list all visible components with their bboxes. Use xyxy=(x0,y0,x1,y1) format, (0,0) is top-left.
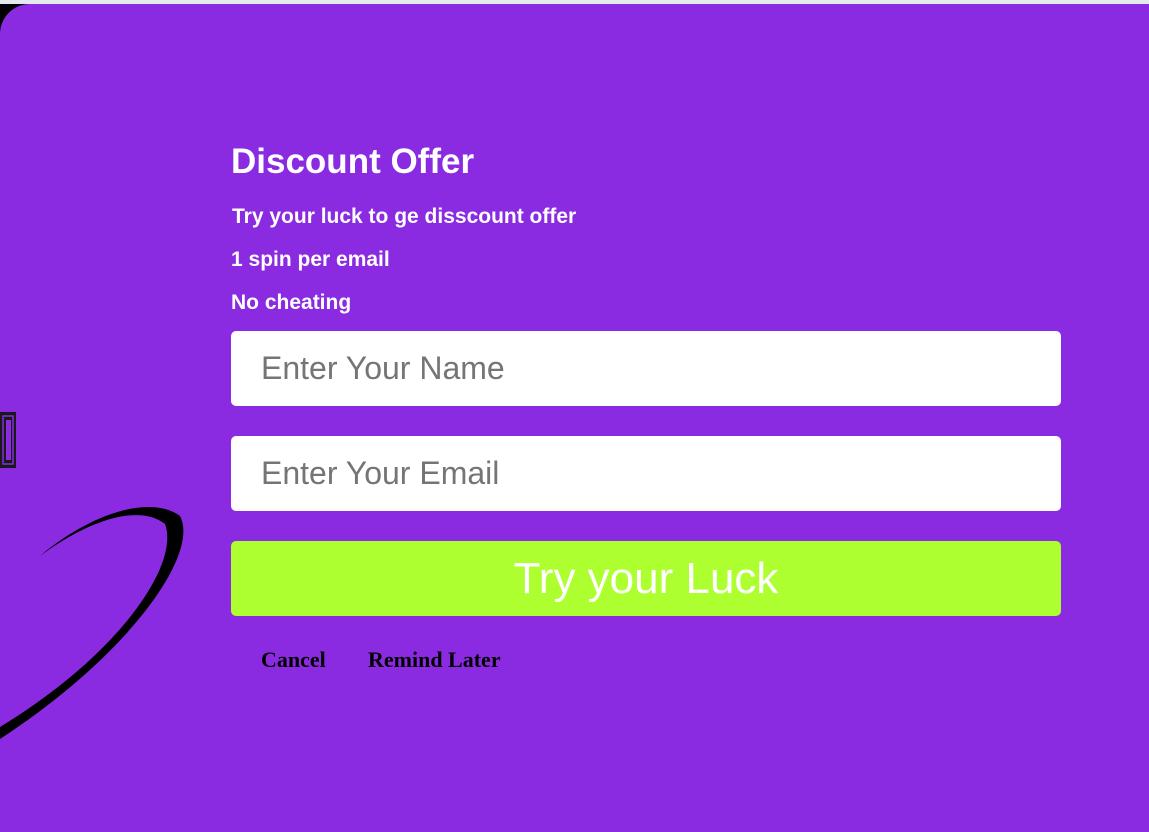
discount-popup: Discount Offer Try your luck to ge dissc… xyxy=(0,4,1149,832)
offer-description: Try your luck to ge disscount offer xyxy=(232,205,577,228)
cancel-button[interactable]: Cancel xyxy=(261,647,326,673)
name-input[interactable] xyxy=(231,331,1061,406)
spin-wheel-arc xyxy=(0,506,184,739)
offer-title: Discount Offer xyxy=(231,142,475,181)
remind-later-button[interactable]: Remind Later xyxy=(368,647,501,673)
offer-rule-cheating: No cheating xyxy=(231,291,352,314)
spin-wheel-pointer-icon xyxy=(0,412,16,468)
email-input[interactable] xyxy=(231,436,1061,511)
try-your-luck-button[interactable]: Try your Luck xyxy=(231,541,1061,616)
offer-rule-spin: 1 spin per email xyxy=(231,248,390,271)
